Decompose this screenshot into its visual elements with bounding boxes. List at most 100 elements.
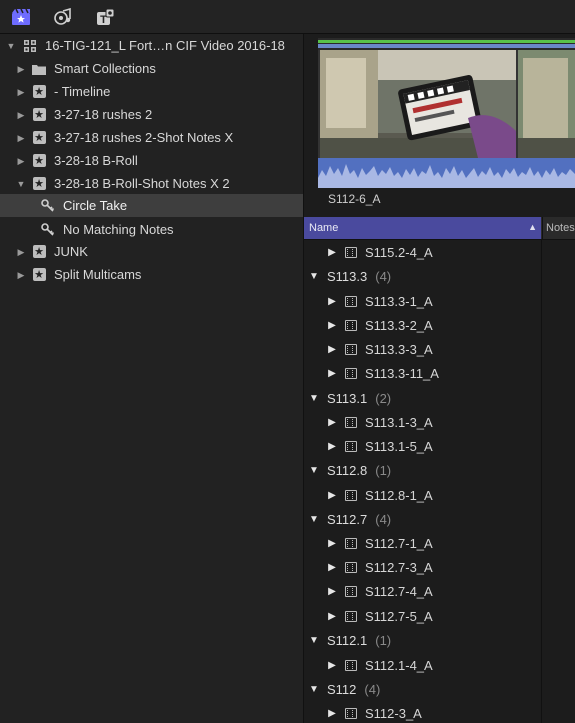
group-row[interactable]: ▼ S112.1 (1) [304,628,541,652]
disclosure-triangle-icon[interactable]: ▶ [16,110,26,120]
disclosure-triangle-icon[interactable]: ▶ [16,133,26,143]
list-item[interactable]: ▶ S112.1-4_A [304,653,541,677]
list-header: Name ▲ Notes [304,217,575,240]
film-icon [345,367,357,379]
disclosure-triangle-icon[interactable]: ▼ [309,684,319,695]
clip-filmstrip[interactable] [318,38,575,188]
list-item[interactable]: ▶ S113.3-2_A [304,313,541,337]
list-item[interactable]: ▶ S112.7-4_A [304,579,541,603]
list-item[interactable]: ▶ S112.7-5_A [304,604,541,628]
group-row[interactable]: ▼ S112.8 (1) [304,458,541,482]
sidebar-item-no-matching-notes[interactable]: No Matching Notes [0,218,303,241]
photos-audio-icon[interactable] [51,6,75,28]
clip-label: S112.8-1_A [365,487,433,503]
sidebar-item-split-multicams[interactable]: ▶ ★ Split Multicams [0,263,303,286]
list-item[interactable]: ▶ S113.3-11_A [304,361,541,385]
film-icon [345,561,357,573]
event-star-icon: ★ [32,131,46,144]
disclosure-triangle-icon[interactable]: ▶ [327,562,337,573]
library-row[interactable]: ▼ 16-TIG-121_L Fort…n CIF Video 2016-18 [0,34,303,57]
group-count: (4) [375,268,392,284]
sidebar-item-smart-collections[interactable]: ▶ Smart Collections [0,57,303,80]
disclosure-triangle-icon[interactable]: ▼ [309,271,319,282]
group-row[interactable]: ▼ S112 (4) [304,677,541,701]
list-item[interactable]: ▶ S112.8-1_A [304,483,541,507]
disclosure-triangle-icon[interactable]: ▼ [6,41,16,51]
disclosure-triangle-icon[interactable]: ▶ [327,611,337,622]
list-item[interactable]: ▶ S113.3-3_A [304,337,541,361]
column-header-notes[interactable]: Notes [542,217,575,239]
clip-list: ▶ S115.2-4_A ▼ S113.3 (4) ▶ S113.3-1_A ▶… [304,240,575,723]
disclosure-triangle-icon[interactable]: ▶ [327,586,337,597]
disclosure-triangle-icon[interactable]: ▼ [16,179,26,189]
sort-ascending-icon: ▲ [528,222,537,232]
disclosure-triangle-icon[interactable]: ▶ [327,538,337,549]
list-item[interactable]: ▶ S113.3-1_A [304,289,541,313]
disclosure-triangle-icon[interactable]: ▶ [327,247,337,258]
film-icon [345,610,357,622]
sidebar-item-rushes-2[interactable]: ▶ ★ 3-27-18 rushes 2 [0,103,303,126]
disclosure-triangle-icon[interactable]: ▶ [327,320,337,331]
library-grid-icon [23,39,37,53]
disclosure-triangle-icon[interactable]: ▶ [327,441,337,452]
sidebar-item-timeline[interactable]: ▶ ★ - Timeline [0,80,303,103]
film-icon [345,707,357,719]
disclosure-triangle-icon[interactable]: ▼ [309,514,319,525]
sidebar-item-label: Split Multicams [54,267,142,282]
sidebar-item-circle-take[interactable]: Circle Take [0,194,303,217]
film-icon [345,343,357,355]
disclosure-triangle-icon[interactable]: ▶ [16,247,26,257]
disclosure-triangle-icon[interactable]: ▶ [327,296,337,307]
sidebar-item-label: Smart Collections [54,61,156,76]
disclosure-triangle-icon[interactable]: ▶ [327,344,337,355]
disclosure-triangle-icon[interactable]: ▼ [309,465,319,476]
disclosure-triangle-icon[interactable]: ▶ [16,87,26,97]
clip-label: S112.7-5_A [365,608,433,624]
libraries-icon[interactable] [9,6,33,28]
list-item[interactable]: ▶ S113.1-3_A [304,410,541,434]
list-item[interactable]: ▶ S113.1-5_A [304,434,541,458]
list-item[interactable]: ▶ S115.2-4_A [304,240,541,264]
group-row[interactable]: ▼ S112.7 (4) [304,507,541,531]
sidebar-item-label: 3-27-18 rushes 2 [54,107,153,122]
disclosure-triangle-icon[interactable]: ▶ [16,156,26,166]
group-label: S112.1 [327,632,368,648]
disclosure-triangle-icon[interactable]: ▶ [327,660,337,671]
disclosure-triangle-icon[interactable]: ▶ [327,708,337,719]
disclosure-triangle-icon[interactable]: ▶ [16,270,26,280]
group-label: S112.7 [327,511,368,527]
clip-label: S115.2-4_A [365,244,433,260]
group-row[interactable]: ▼ S113.3 (4) [304,264,541,288]
sidebar-item-rushes-2-shot-notes[interactable]: ▶ ★ 3-27-18 rushes 2-Shot Notes X [0,126,303,149]
group-count: (1) [375,632,392,648]
key-icon [41,198,55,213]
sidebar-item-junk[interactable]: ▶ ★ JUNK [0,240,303,263]
film-icon [345,440,357,452]
disclosure-triangle-icon[interactable]: ▶ [327,368,337,379]
list-item[interactable]: ▶ S112.7-1_A [304,531,541,555]
column-header-name[interactable]: Name ▲ [304,217,541,239]
sidebar-item-b-roll[interactable]: ▶ ★ 3-28-18 B-Roll [0,149,303,172]
film-icon [345,295,357,307]
disclosure-triangle-icon[interactable]: ▼ [309,635,319,646]
list-item[interactable]: ▶ S112.7-3_A [304,555,541,579]
clip-label: S113.3-1_A [365,293,433,309]
group-label: S113.1 [327,390,368,406]
group-count: (2) [375,390,392,406]
sidebar-item-b-roll-shot-notes[interactable]: ▼ ★ 3-28-18 B-Roll-Shot Notes X 2 [0,172,303,195]
group-row[interactable]: ▼ S113.1 (2) [304,386,541,410]
titles-generators-icon[interactable]: T [93,6,117,28]
sidebar-item-label: 3-28-18 B-Roll-Shot Notes X 2 [54,176,230,191]
event-star-icon: ★ [32,85,46,98]
disclosure-triangle-icon[interactable]: ▶ [327,417,337,428]
disclosure-triangle-icon[interactable]: ▼ [309,393,319,404]
clip-label: S112-3_A [365,705,422,721]
clip-label: S113.3-11_A [365,365,439,381]
sidebar-item-label: No Matching Notes [63,222,174,237]
clip-label: S113.3-2_A [365,317,433,333]
film-icon [345,489,357,501]
list-item[interactable]: ▶ S112-3_A [304,701,541,723]
toolbar: T [0,0,575,34]
disclosure-triangle-icon[interactable]: ▶ [16,64,26,74]
disclosure-triangle-icon[interactable]: ▶ [327,490,337,501]
